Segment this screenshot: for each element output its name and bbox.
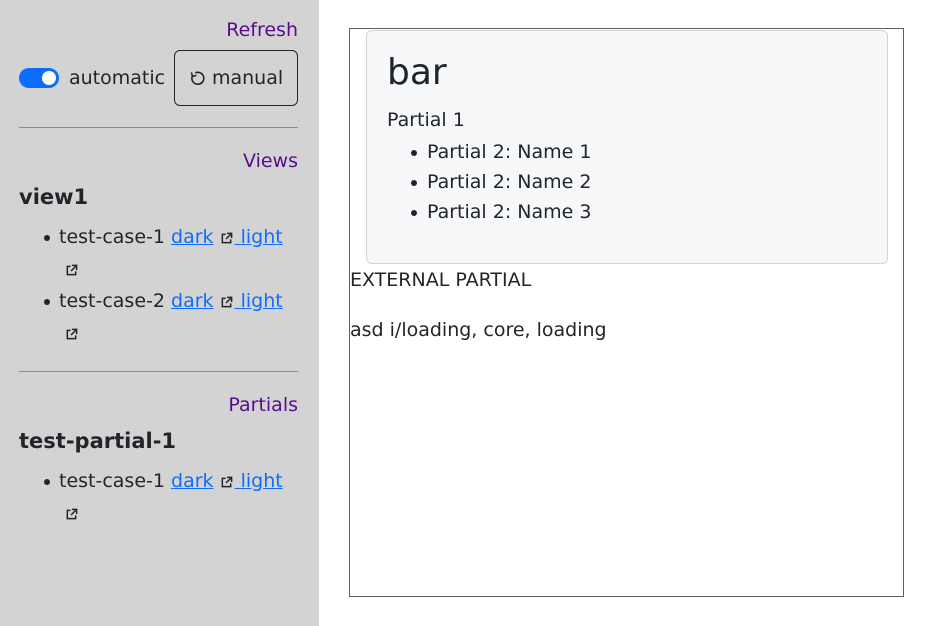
partials-heading: Partials <box>228 394 298 416</box>
external-link-icon <box>220 288 233 318</box>
view-case-list: test-case-1 dark light test-case-2 dark … <box>19 222 298 350</box>
preview-title: bar <box>387 52 447 93</box>
manual-label: manual <box>211 67 284 89</box>
case-name: test-case-1 <box>59 470 165 492</box>
toggle-knob <box>42 71 56 85</box>
light-link[interactable]: light <box>235 470 283 492</box>
divider <box>19 371 298 372</box>
loading-text: asd i/loading, core, loading <box>350 319 607 341</box>
list-item: Partial 2: Name 2 <box>387 167 867 197</box>
dark-link[interactable]: dark <box>171 470 214 492</box>
light-link[interactable]: light <box>235 226 283 248</box>
external-link-icon <box>65 320 78 350</box>
list-item: test-case-2 dark light <box>19 286 298 350</box>
case-name: test-case-1 <box>59 226 165 248</box>
dark-link[interactable]: dark <box>171 226 214 248</box>
automatic-toggle[interactable] <box>19 68 59 88</box>
list-item: Partial 2: Name 1 <box>387 137 867 167</box>
divider <box>19 127 298 128</box>
refresh-heading: Refresh <box>226 19 298 41</box>
sidebar: Refresh automatic manual Views view1 tes… <box>0 0 319 626</box>
list-item: Partial 2: Name 3 <box>387 197 867 227</box>
list-item: test-case-1 dark light <box>19 222 298 286</box>
light-link[interactable]: light <box>235 290 283 312</box>
external-link-icon <box>65 256 78 286</box>
list-item: test-case-1 dark light <box>19 466 298 530</box>
automatic-label: automatic <box>69 67 166 89</box>
external-link-icon <box>65 500 78 530</box>
external-link-icon <box>220 224 233 254</box>
views-heading: Views <box>243 150 298 172</box>
external-partial-text: EXTERNAL PARTIAL <box>350 269 532 291</box>
preview-card: bar Partial 1 Partial 2: Name 1 Partial … <box>366 30 888 264</box>
external-link-icon <box>220 468 233 498</box>
refresh-icon <box>189 70 206 87</box>
partial-1-text: Partial 1 <box>387 109 465 131</box>
view-group-title: view1 <box>19 185 89 209</box>
partial-group-title: test-partial-1 <box>19 429 177 453</box>
partial-case-list: test-case-1 dark light <box>19 466 298 530</box>
case-name: test-case-2 <box>59 290 165 312</box>
dark-link[interactable]: dark <box>171 290 214 312</box>
preview-frame: bar Partial 1 Partial 2: Name 1 Partial … <box>349 28 904 597</box>
manual-refresh-button[interactable]: manual <box>174 50 298 106</box>
refresh-controls: automatic manual <box>19 50 298 106</box>
partial-2-list: Partial 2: Name 1 Partial 2: Name 2 Part… <box>387 137 867 227</box>
